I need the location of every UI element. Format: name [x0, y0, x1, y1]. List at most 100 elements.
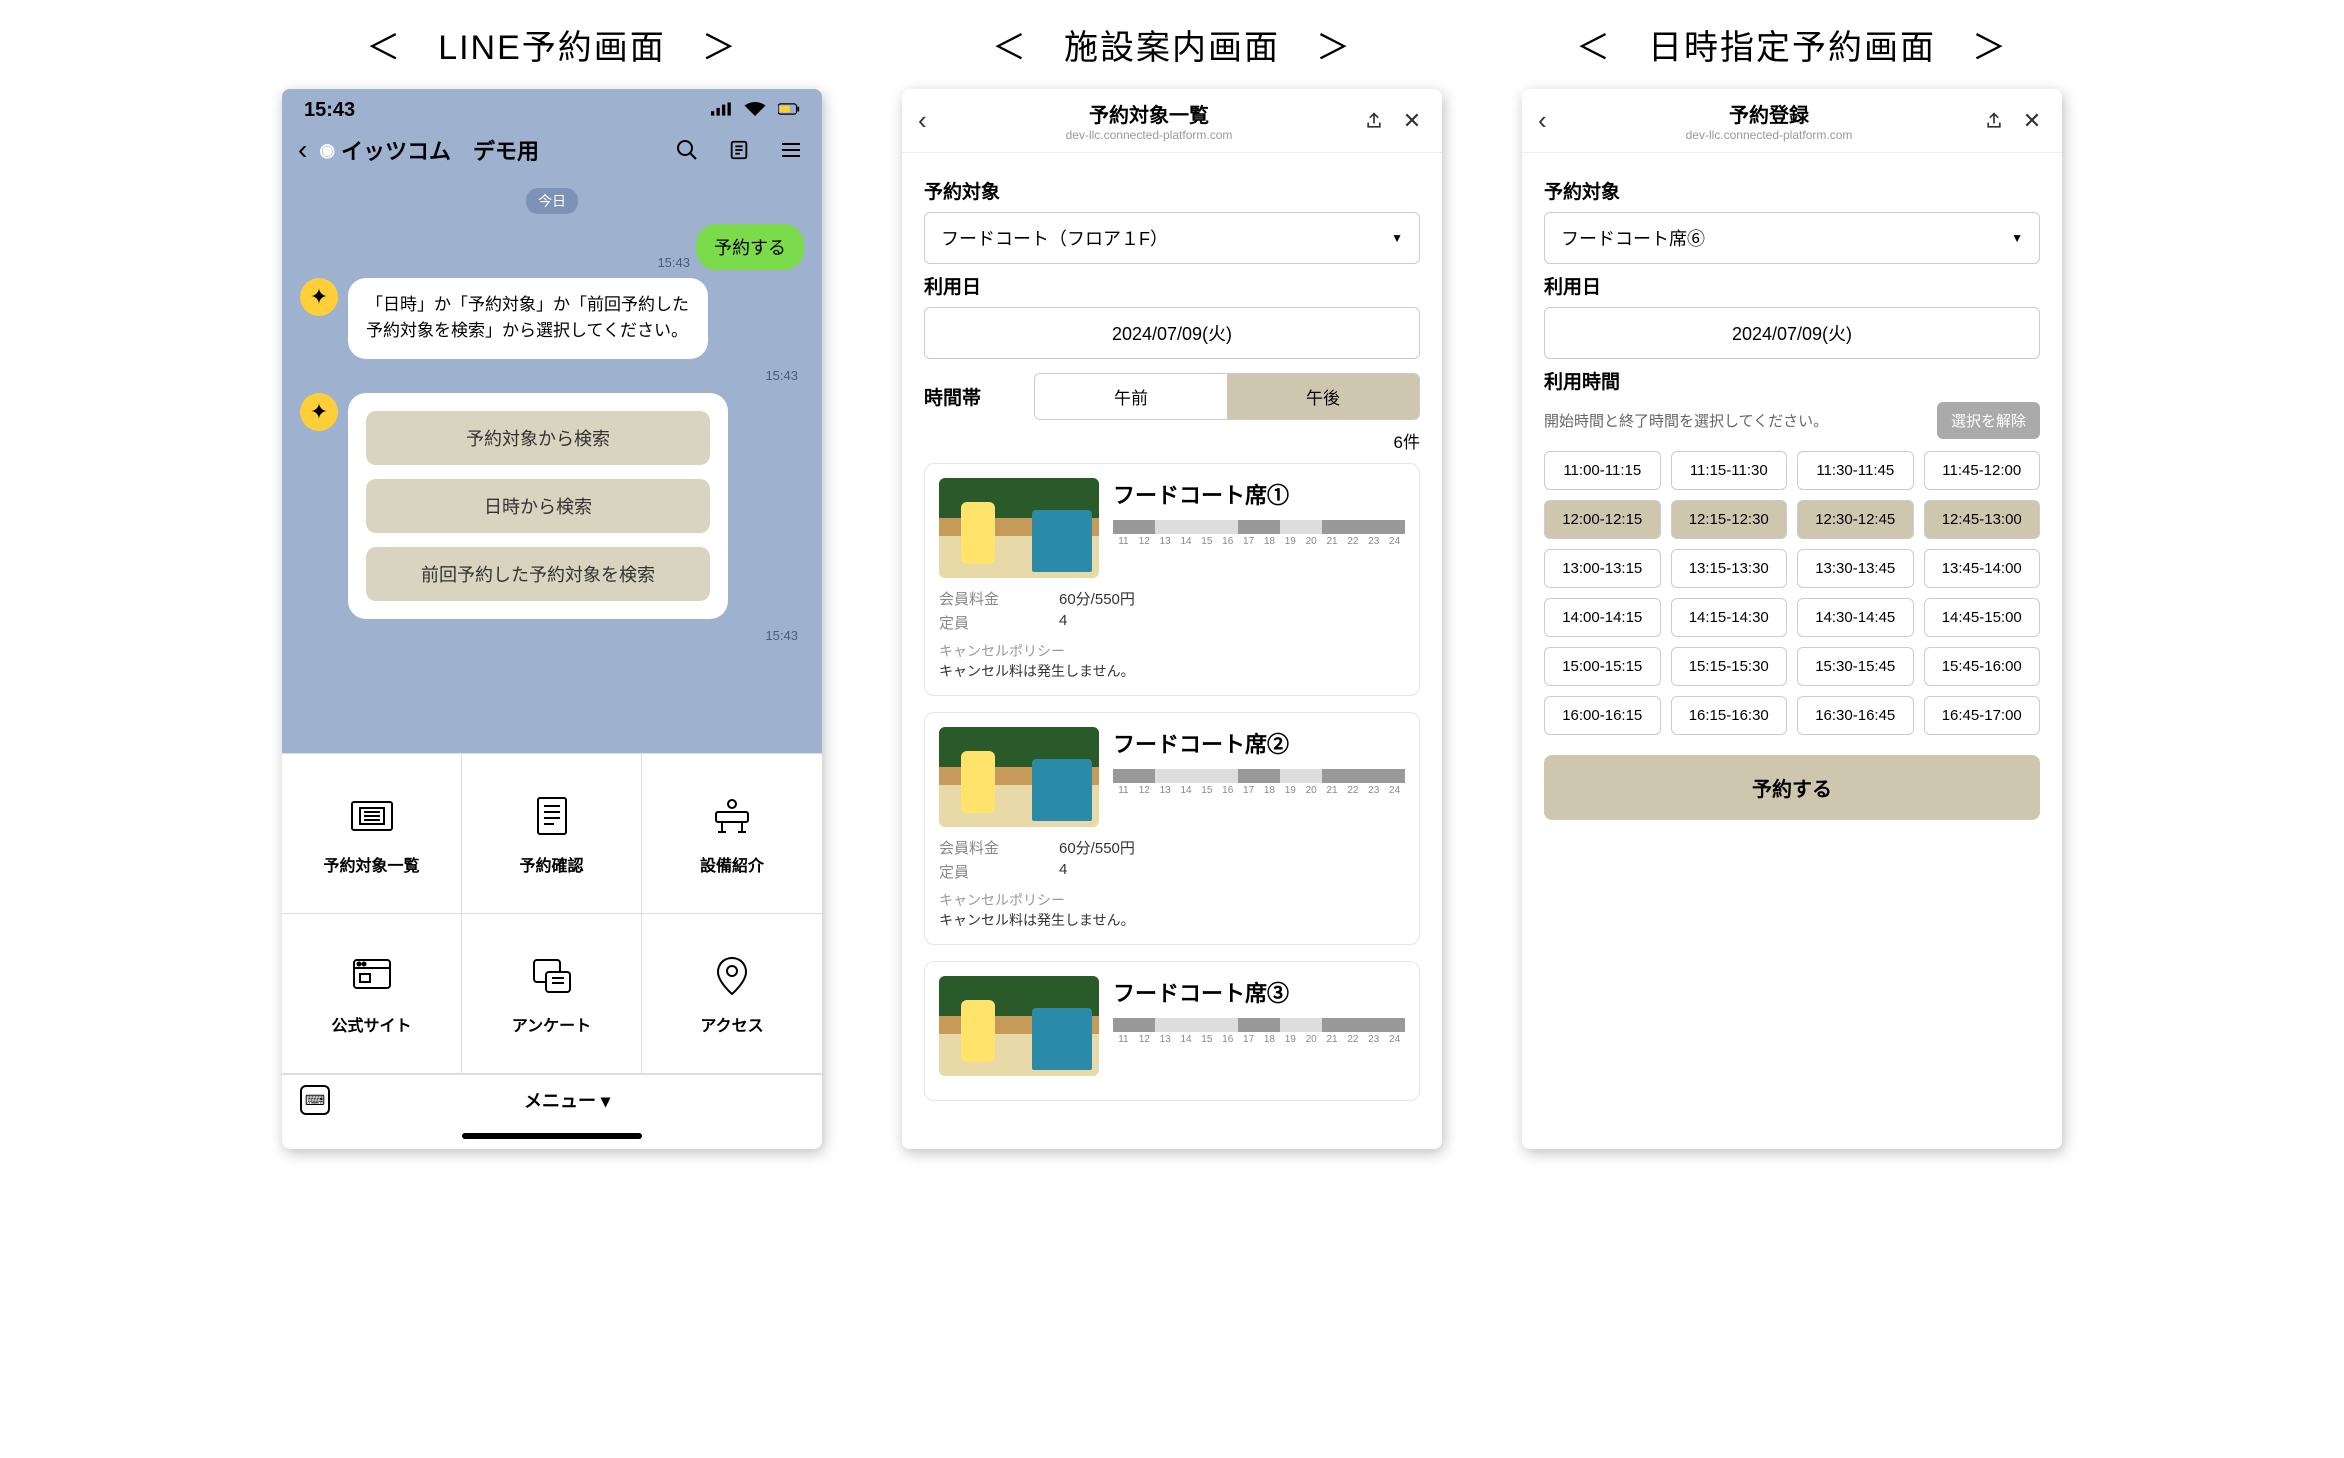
- menu-toggle-label: メニュー ▾: [330, 1087, 804, 1113]
- cap-value: 4: [1059, 612, 1067, 633]
- bot-avatar[interactable]: ✦: [300, 393, 338, 431]
- fee-label: 会員料金: [939, 588, 1059, 609]
- host-label: dev-llc.connected-platform.com: [1568, 128, 1970, 142]
- chevron-down-icon: ▼: [1391, 231, 1403, 245]
- facility-card[interactable]: フードコート席② 1112131415161718192021222324 会員…: [924, 712, 1420, 945]
- segment-am[interactable]: 午前: [1035, 374, 1227, 419]
- segment-pm[interactable]: 午後: [1227, 374, 1419, 419]
- list-body: 予約対象 フードコート（フロア１F） ▼ 利用日 2024/07/09(火) 時…: [902, 153, 1442, 1149]
- time-slot[interactable]: 15:00-15:15: [1544, 647, 1661, 686]
- notes-icon[interactable]: [724, 135, 754, 165]
- time-slot[interactable]: 14:00-14:15: [1544, 598, 1661, 637]
- menu-label: 予約確認: [519, 852, 583, 876]
- date-select[interactable]: 2024/07/09(火): [1544, 307, 2040, 359]
- chat-title: ◉ イッツコム デモ用: [319, 134, 650, 166]
- close-icon[interactable]: ✕: [2018, 107, 2046, 135]
- time-slot[interactable]: 16:30-16:45: [1797, 696, 1914, 735]
- time-slot[interactable]: 11:15-11:30: [1671, 451, 1788, 490]
- time-slot[interactable]: 15:30-15:45: [1797, 647, 1914, 686]
- time-slot[interactable]: 11:30-11:45: [1797, 451, 1914, 490]
- time-slot[interactable]: 11:45-12:00: [1924, 451, 2041, 490]
- time-slot[interactable]: 11:00-11:15: [1544, 451, 1661, 490]
- hour-labels: 1112131415161718192021222324: [1113, 536, 1405, 547]
- user-message: 予約する: [696, 224, 804, 270]
- back-icon[interactable]: ‹: [918, 105, 948, 136]
- target-select[interactable]: フードコート（フロア１F） ▼: [924, 212, 1420, 264]
- menu-reservation-list[interactable]: 予約対象一覧: [282, 754, 462, 914]
- chat-area: 今日 15:43 予約する ✦ 「日時」か「予約対象」か「前回予約した予約対象を…: [282, 174, 822, 753]
- menu-label: 設備紹介: [700, 852, 764, 876]
- menu-survey[interactable]: アンケート: [462, 914, 642, 1074]
- availability-bar: [1113, 769, 1405, 783]
- time-label: 利用時間: [1544, 367, 2040, 394]
- time-slot[interactable]: 14:15-14:30: [1671, 598, 1788, 637]
- time-slot[interactable]: 16:45-17:00: [1924, 696, 2041, 735]
- time-slot[interactable]: 12:15-12:30: [1671, 500, 1788, 539]
- menu-icon[interactable]: [776, 135, 806, 165]
- target-value: フードコート席⑥: [1561, 225, 1705, 251]
- timestamp: 15:43: [765, 628, 798, 643]
- time-slot[interactable]: 12:30-12:45: [1797, 500, 1914, 539]
- time-slot[interactable]: 14:30-14:45: [1797, 598, 1914, 637]
- search-icon[interactable]: [672, 135, 702, 165]
- time-slot[interactable]: 13:00-13:15: [1544, 549, 1661, 588]
- page-title: 予約登録: [1568, 99, 1970, 128]
- timestamp: 15:43: [765, 368, 798, 383]
- date-pill: 今日: [526, 188, 578, 214]
- panel3-title: ＜ 日時指定予約画面 ＞: [1576, 20, 2008, 69]
- policy-label: キャンセルポリシー: [939, 890, 1405, 910]
- result-count: 6件: [924, 428, 1420, 453]
- time-slot[interactable]: 12:45-13:00: [1924, 500, 2041, 539]
- target-select[interactable]: フードコート席⑥ ▼: [1544, 212, 2040, 264]
- host-label: dev-llc.connected-platform.com: [948, 128, 1350, 142]
- clear-selection-button[interactable]: 選択を解除: [1937, 402, 2040, 439]
- menu-label: 公式サイト: [331, 1012, 411, 1036]
- time-slot[interactable]: 15:45-16:00: [1924, 647, 2041, 686]
- facility-name: フードコート席②: [1113, 727, 1405, 759]
- availability-bar: [1113, 520, 1405, 534]
- menu-access[interactable]: アクセス: [642, 914, 822, 1074]
- bot-avatar[interactable]: ✦: [300, 278, 338, 316]
- target-value: フードコート（フロア１F）: [941, 225, 1168, 251]
- time-slot[interactable]: 15:15-15:30: [1671, 647, 1788, 686]
- keyboard-icon[interactable]: ⌨: [300, 1085, 330, 1115]
- fee-label: 会員料金: [939, 837, 1059, 858]
- cap-label: 定員: [939, 612, 1059, 633]
- page-title: 予約対象一覧: [948, 99, 1350, 128]
- submit-button[interactable]: 予約する: [1544, 755, 2040, 820]
- wifi-icon: [744, 102, 766, 116]
- close-icon[interactable]: ✕: [1398, 107, 1426, 135]
- fee-value: 60分/550円: [1059, 588, 1135, 609]
- share-icon[interactable]: [1360, 107, 1388, 135]
- time-slot[interactable]: 16:15-16:30: [1671, 696, 1788, 735]
- time-slot[interactable]: 13:45-14:00: [1924, 549, 2041, 588]
- web-header: ‹ 予約対象一覧 dev-llc.connected-platform.com …: [902, 89, 1442, 153]
- hour-labels: 1112131415161718192021222324: [1113, 1034, 1405, 1045]
- share-icon[interactable]: [1980, 107, 2008, 135]
- panel2-title: ＜ 施設案内画面 ＞: [992, 20, 1352, 69]
- facility-card[interactable]: フードコート席③ 1112131415161718192021222324: [924, 961, 1420, 1101]
- date-select[interactable]: 2024/07/09(火): [924, 307, 1420, 359]
- menu-equipment[interactable]: 設備紹介: [642, 754, 822, 914]
- policy-text: キャンセル料は発生しません。: [939, 910, 1405, 930]
- time-slot[interactable]: 12:00-12:15: [1544, 500, 1661, 539]
- menu-official-site[interactable]: 公式サイト: [282, 914, 462, 1074]
- menu-label: 予約対象一覧: [323, 852, 419, 876]
- time-label: 時間帯: [924, 383, 1034, 410]
- facility-name: フードコート席①: [1113, 478, 1405, 510]
- back-icon[interactable]: ‹: [1538, 105, 1568, 136]
- back-icon[interactable]: ‹: [298, 134, 307, 166]
- fee-value: 60分/550円: [1059, 837, 1135, 858]
- option-search-previous[interactable]: 前回予約した予約対象を検索: [366, 547, 710, 601]
- time-slot[interactable]: 13:15-13:30: [1671, 549, 1788, 588]
- line-screen: 15:43 ‹ ◉ イッツコム デモ用 今日 15:43 予約する: [282, 89, 822, 1149]
- time-slot[interactable]: 14:45-15:00: [1924, 598, 2041, 637]
- time-slot[interactable]: 16:00-16:15: [1544, 696, 1661, 735]
- time-slot[interactable]: 13:30-13:45: [1797, 549, 1914, 588]
- facility-thumbnail: [939, 727, 1099, 827]
- facility-card[interactable]: フードコート席① 1112131415161718192021222324 会員…: [924, 463, 1420, 696]
- menu-reservation-check[interactable]: 予約確認: [462, 754, 642, 914]
- option-search-by-date[interactable]: 日時から検索: [366, 479, 710, 533]
- option-search-by-target[interactable]: 予約対象から検索: [366, 411, 710, 465]
- menu-toggle-bar[interactable]: ⌨ メニュー ▾: [282, 1074, 822, 1125]
